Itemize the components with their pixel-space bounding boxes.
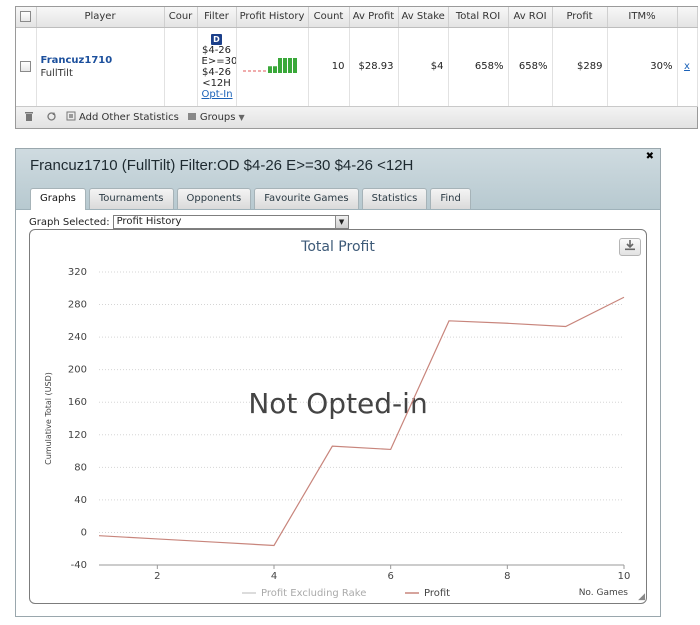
total-roi-cell: 658% [448,27,509,107]
tab-favourite-games[interactable]: Favourite Games [254,188,359,209]
tab-opponents[interactable]: Opponents [176,188,252,209]
profit-history-cell [236,27,309,107]
count-cell: 10 [308,27,350,107]
players-grid: Player Cour Filter Profit History Count … [16,7,698,107]
add-statistics-button[interactable]: Add Other Statistics [66,111,179,124]
av-roi-cell: 658% [508,27,553,107]
y-tick-label: 40 [74,495,87,506]
x-tick-label: 6 [387,571,393,582]
total-profit-chart: Total Profit -40 0 40 80 120 160 200 240 280 320 2 4… [44,239,631,599]
opt-in-link[interactable]: Opt-In [202,89,233,100]
filter-line: $4-26 [201,44,232,56]
col-header-player[interactable]: Player [36,7,165,28]
profit-history-sparkline [242,58,297,73]
select-all-checkbox[interactable] [16,7,37,28]
profit-cell: $289 [552,27,608,107]
table-row: Francuz1710 FullTilt D $4-26 E>=30 $4-26… [16,27,698,107]
col-header-cour[interactable]: Cour [164,7,198,28]
groups-icon [187,111,197,124]
trash-icon[interactable] [22,111,36,125]
x-tick-label: 8 [504,571,510,582]
col-header-av-roi[interactable]: Av ROI [508,7,553,28]
col-header-av-stake[interactable]: Av Stake [398,7,449,28]
tab-statistics[interactable]: Statistics [361,188,428,209]
table-toolbar: Add Other Statistics Groups ▼ [16,106,697,128]
spark-bar [272,66,277,73]
x-tick-label: 2 [154,571,160,582]
groups-button[interactable]: Groups ▼ [187,111,245,124]
y-axis-label: Cumulative Total (USD) [44,372,53,465]
y-tick-label: 280 [68,300,87,311]
legend-label: Profit [424,588,450,599]
y-tick-label: 0 [81,527,87,538]
legend-label: Profit Excluding Rake [261,588,366,599]
table-header-row: Player Cour Filter Profit History Count … [16,7,698,28]
panel-title: Francuz1710 (FullTilt) Filter:OD $4-26 E… [30,157,414,174]
resize-handle-icon[interactable]: ◢ [638,592,645,602]
graph-selector-row: Graph Selected: Profit History ▼ [29,215,349,229]
tab-find[interactable]: Find [430,188,471,209]
col-header-remove [677,7,698,28]
series-line-1 [98,296,625,547]
cour-cell [164,27,198,107]
y-tick-label: 200 [68,365,87,376]
player-site: FullTilt [40,67,73,79]
add-stats-icon [66,111,76,124]
col-header-filter[interactable]: Filter [197,7,237,28]
filter-line: $4-26 [201,66,232,78]
filter-cell: D $4-26 E>=30 $4-26 <12H Opt-In [197,27,237,107]
y-tick-label: 120 [68,430,87,441]
refresh-icon[interactable] [44,111,58,125]
graph-selected-label: Graph Selected: [29,216,110,228]
close-icon[interactable]: ✖ [646,151,654,162]
chart-title: Total Profit [300,239,375,255]
player-name-link[interactable]: Francuz1710 [41,55,160,66]
spark-bar [282,58,287,73]
av-profit-cell: $28.93 [349,27,399,107]
player-cell: Francuz1710 FullTilt [36,27,165,107]
groups-label: Groups [199,112,236,123]
col-header-profit-history[interactable]: Profit History [236,7,309,28]
tab-graphs[interactable]: Graphs [30,188,86,210]
spark-bar [277,58,282,73]
col-header-total-roi[interactable]: Total ROI [448,7,509,28]
filter-d-badge: D [211,33,222,45]
col-header-itm[interactable]: ITM% [607,7,678,28]
chart-container: Total Profit -40 0 40 80 120 160 200 240 280 320 2 4… [29,229,647,604]
x-tick-label: 10 [618,571,631,582]
graph-select-dropdown[interactable]: Profit History ▼ [112,215,349,229]
download-icon[interactable] [619,238,641,256]
spark-bar [287,58,292,73]
y-tick-label: 80 [74,462,87,473]
filter-line: E>=30 [201,55,236,67]
panel-tabs: Graphs Tournaments Opponents Favourite G… [30,188,471,210]
chevron-down-icon: ▼ [238,113,245,122]
add-statistics-label: Add Other Statistics [79,112,179,123]
x-axis-label: No. Games [579,588,629,598]
y-tick-label: 240 [68,332,87,343]
y-tick-label: 160 [68,397,87,408]
spark-bar [267,66,272,73]
graph-select-value: Profit History [116,216,182,227]
player-stats-table: Player Cour Filter Profit History Count … [15,6,698,129]
tab-tournaments[interactable]: Tournaments [88,188,174,209]
col-header-av-profit[interactable]: Av Profit [349,7,399,28]
not-opted-in-watermark: Not Opted-in [248,387,427,420]
remove-row-link[interactable]: x [677,27,698,107]
itm-cell: 30% [607,27,678,107]
y-tick-label: -40 [71,560,87,571]
col-header-profit[interactable]: Profit [552,7,608,28]
av-stake-cell: $4 [398,27,449,107]
y-tick-label: 320 [68,267,87,278]
panel-header: Francuz1710 (FullTilt) Filter:OD $4-26 E… [16,149,660,210]
chevron-down-icon: ▼ [334,216,348,228]
row-checkbox[interactable] [16,27,37,107]
col-header-count[interactable]: Count [308,7,350,28]
filter-line: <12H [202,77,231,89]
spark-bar [292,58,297,73]
player-detail-panel: Francuz1710 (FullTilt) Filter:OD $4-26 E… [15,148,661,617]
x-tick-label: 4 [271,571,277,582]
